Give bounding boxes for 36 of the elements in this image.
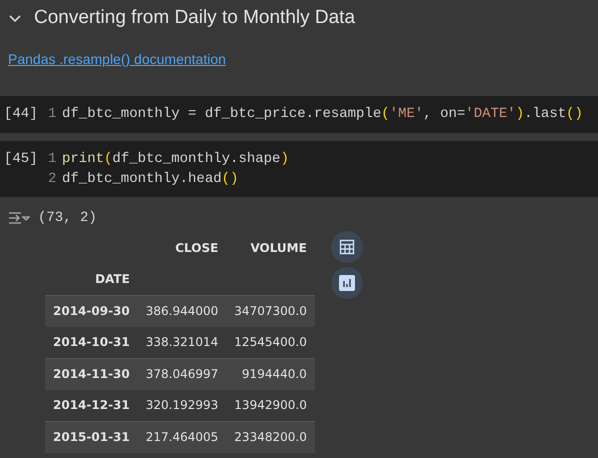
column-header: CLOSE <box>174 240 220 256</box>
table-cell: 338.321014 <box>138 326 226 358</box>
code-line: df_btc_monthly = df_btc_price.resample('ME', on='DATE').last() <box>62 105 583 124</box>
index-cell: 2014-12-31 <box>45 390 138 421</box>
table-cell: 23348200.0 <box>226 421 315 452</box>
index-cell: 2014-10-31 <box>45 326 138 358</box>
line-number: 1 <box>48 105 58 124</box>
index-cell: 2015-01-31 <box>45 421 138 452</box>
line-number: 1 <box>48 150 58 169</box>
table-view-button[interactable] <box>330 231 363 263</box>
section-title: Converting from Daily to Monthly Data <box>34 6 356 30</box>
code-line: print(df_btc_monthly.shape) <box>62 150 289 169</box>
documentation-link[interactable]: Pandas .resample() documentation <box>8 51 226 67</box>
table-cell: 12545400.0 <box>226 326 315 358</box>
table-cell: 13942900.0 <box>226 390 315 421</box>
line-number: 2 <box>48 170 58 189</box>
table-cell: 217.464005 <box>138 421 226 452</box>
table-cell: 386.944000 <box>138 295 226 326</box>
table-cell: 378.046997 <box>138 358 226 390</box>
code-cell[interactable]: [45] 1 print(df_btc_monthly.shape) 2 df_btc_monthly.head() <box>0 141 598 197</box>
index-header: DATE <box>45 264 138 295</box>
table-cell: 9194440.0 <box>226 358 315 390</box>
bar-chart-icon <box>338 275 355 291</box>
column-header: VOLUME <box>249 240 308 256</box>
index-cell: 2014-11-30 <box>45 358 138 390</box>
code-line: df_btc_monthly.head() <box>62 170 238 189</box>
execution-count: [45] <box>3 150 39 169</box>
shape-output: (73, 2) <box>38 208 97 228</box>
index-cell: 2014-09-30 <box>45 295 138 326</box>
table-cell: 320.192993 <box>138 390 226 421</box>
table-cell: 34707300.0 <box>226 295 315 326</box>
output-toggle-icon[interactable] <box>8 211 30 225</box>
execution-count: [44] <box>3 105 39 124</box>
table-icon <box>338 239 355 255</box>
code-cell[interactable]: [44] 1 df_btc_monthly = df_btc_price.resample('ME', on='DATE').last() <box>0 96 598 133</box>
chart-button[interactable] <box>330 267 363 299</box>
